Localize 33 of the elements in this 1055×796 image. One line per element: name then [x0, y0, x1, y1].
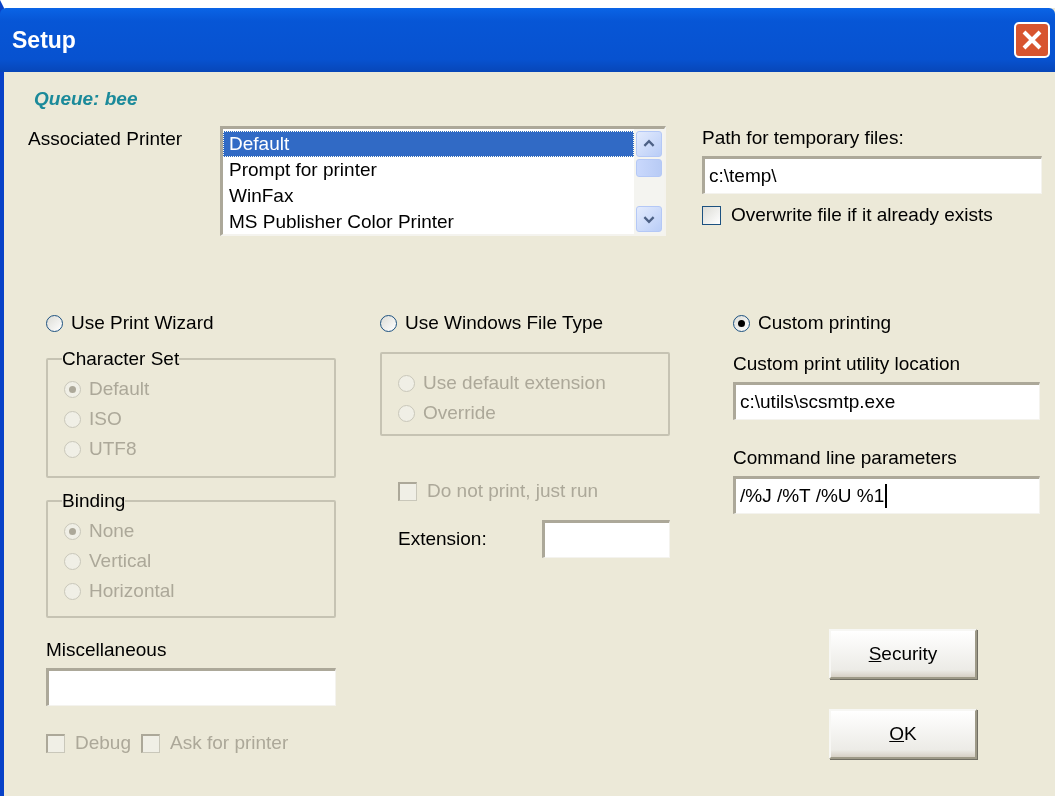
- dialog-button[interactable]: Security: [829, 629, 977, 679]
- dialog-button[interactable]: OK: [829, 709, 977, 759]
- radio-button[interactable]: [46, 314, 63, 332]
- text-field[interactable]: /%J /%T /%U %1: [733, 476, 1040, 514]
- list-item[interactable]: Prompt for printer: [223, 157, 634, 183]
- window-title: Setup: [12, 26, 76, 54]
- text-field[interactable]: c:\utils\scsmtp.exe: [733, 382, 1040, 420]
- scrollbar[interactable]: [634, 129, 664, 234]
- radio-label[interactable]: Use Print Wizard: [71, 312, 214, 334]
- list-item[interactable]: WinFax: [223, 183, 634, 209]
- list-item[interactable]: Default: [223, 131, 634, 157]
- printer-listbox[interactable]: Default Prompt for printer WinFax MS Publisher Color Printer: [220, 126, 666, 236]
- close-icon[interactable]: [1014, 22, 1050, 58]
- radio-button[interactable]: [733, 314, 750, 332]
- field-label: Command line parameters: [733, 446, 958, 470]
- text-field[interactable]: [46, 668, 336, 706]
- scroll-down-icon[interactable]: [636, 206, 662, 232]
- field-label: Path for temporary files:: [702, 126, 905, 150]
- radio-label[interactable]: Use Windows File Type: [405, 312, 604, 334]
- field-label: Associated Printer: [28, 127, 184, 151]
- scroll-up-icon[interactable]: [636, 131, 662, 157]
- scrollbar-thumb[interactable]: [636, 159, 662, 177]
- radio-button[interactable]: [380, 314, 397, 332]
- radio-label[interactable]: Custom printing: [758, 312, 892, 334]
- list-item[interactable]: MS Publisher Color Printer: [223, 209, 634, 235]
- text-field[interactable]: c:\temp\: [702, 156, 1042, 194]
- checkbox[interactable]: [702, 205, 721, 225]
- field-label: Custom print utility location: [733, 352, 962, 376]
- queue-label: Queue: bee: [34, 87, 139, 111]
- field-label: Extension:: [398, 527, 487, 551]
- checkbox-label[interactable]: Overwrite file if it already exists: [731, 204, 993, 226]
- field-label: Miscellaneous: [46, 638, 168, 662]
- text-field[interactable]: [542, 520, 670, 558]
